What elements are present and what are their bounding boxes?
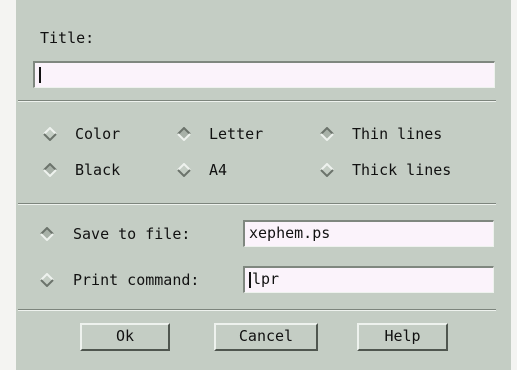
option-letter-label[interactable]: Letter bbox=[209, 125, 263, 143]
print-command-label[interactable]: Print command: bbox=[73, 271, 199, 289]
radio-save-to-file-icon[interactable] bbox=[40, 227, 54, 241]
separator bbox=[18, 309, 496, 311]
option-a4-label[interactable]: A4 bbox=[209, 161, 227, 179]
option-thick-lines-label[interactable]: Thick lines bbox=[352, 161, 451, 179]
option-black-label[interactable]: Black bbox=[75, 161, 120, 179]
print-command-input[interactable]: lpr bbox=[243, 266, 494, 293]
print-dialog bbox=[16, 0, 511, 370]
separator bbox=[18, 203, 496, 205]
print-command-value: lpr bbox=[252, 270, 280, 288]
option-color-label[interactable]: Color bbox=[75, 125, 120, 143]
help-button[interactable]: Help bbox=[357, 323, 448, 351]
title-label: Title: bbox=[40, 29, 95, 47]
text-cursor bbox=[39, 66, 41, 83]
radio-letter-icon[interactable] bbox=[177, 127, 191, 141]
radio-thin-lines-icon[interactable] bbox=[320, 127, 334, 141]
save-to-file-label[interactable]: Save to file: bbox=[73, 225, 190, 243]
separator bbox=[18, 100, 496, 102]
cancel-button[interactable]: Cancel bbox=[214, 323, 318, 351]
radio-print-command-icon[interactable] bbox=[40, 273, 54, 287]
radio-thick-lines-icon[interactable] bbox=[320, 163, 334, 177]
ok-button[interactable]: Ok bbox=[80, 323, 170, 351]
save-file-input[interactable]: xephem.ps bbox=[243, 220, 494, 247]
text-cursor bbox=[249, 271, 251, 288]
radio-a4-icon[interactable] bbox=[177, 163, 191, 177]
radio-color-icon[interactable] bbox=[43, 127, 57, 141]
option-thin-lines-label[interactable]: Thin lines bbox=[352, 125, 442, 143]
title-input[interactable] bbox=[33, 61, 495, 88]
radio-black-icon[interactable] bbox=[43, 163, 57, 177]
